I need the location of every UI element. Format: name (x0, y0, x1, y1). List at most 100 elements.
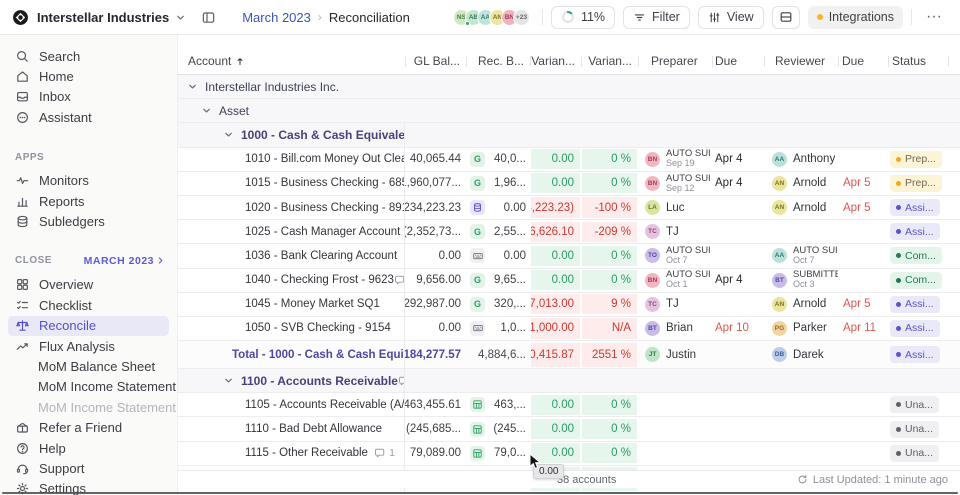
table-row[interactable]: 1010 - Bill.com Money Out Cleari...7 40,0… (178, 147, 960, 172)
avatar[interactable]: +23 (512, 8, 530, 26)
column-header-preparer-5[interactable]: Preparer (638, 48, 712, 74)
sidebar-item-help[interactable]: Help (0, 438, 177, 458)
search-icon (15, 49, 30, 64)
sidebar-item-inbox[interactable]: Inbox (0, 87, 177, 107)
status-badge[interactable]: Assi... (890, 223, 940, 241)
support-icon (15, 461, 30, 476)
sidebar-item-mom-income-statement[interactable]: MoM Income Statement (... (0, 397, 195, 417)
progress-chip[interactable]: 11% (550, 5, 616, 29)
account-name: 1110 - Bad Debt Allowance (245, 423, 383, 436)
filter-icon (633, 11, 646, 24)
table-row[interactable]: 1020 - Business Checking - 8914 234,223.2… (178, 195, 960, 221)
sidebar-item-mom-balance-sheet[interactable]: MoM Balance Sheet (0, 356, 177, 376)
table-row[interactable]: 1036 - Bank Clearing Account 0.00 0.00 0.00… (178, 244, 960, 269)
sidebar-item-label: Help (39, 440, 66, 456)
table-row[interactable]: 1100 - Accounts Receivable1 (178, 369, 960, 394)
variance-cell: 0.00 (530, 269, 581, 292)
chevron-down-icon[interactable] (201, 105, 212, 116)
reconcile-icon (15, 318, 30, 333)
table-row[interactable]: Interstellar Industries Inc. (178, 75, 960, 100)
comment-indicator[interactable]: 1 (374, 447, 404, 459)
integrations-button[interactable]: Integrations (807, 5, 904, 29)
last-updated: Last Updated: 1 minute ago (797, 474, 948, 486)
sidebar-item-label: Monitors (39, 173, 89, 189)
reviewer-cell: AN Arnold (764, 172, 838, 195)
sidebar-item-subledgers[interactable]: Subledgers (0, 211, 177, 231)
rec-balance-cell: 0.00 (466, 196, 530, 219)
home-icon (15, 69, 30, 84)
status-badge[interactable]: Una... (890, 396, 940, 414)
status-badge[interactable]: Prep... (890, 150, 942, 168)
rec-balance-value: 0.00 (503, 249, 526, 262)
status-badge[interactable]: Assi... (890, 346, 940, 364)
sidebar-item-refer-a-friend[interactable]: Refer a Friend (0, 417, 177, 437)
chevron-down-icon[interactable] (223, 375, 234, 386)
status-badge[interactable]: Assi... (890, 199, 940, 217)
table-row[interactable]: Total - 1000 - Cash & Cash Equivalents18… (178, 341, 960, 370)
status-badge[interactable]: Assi... (890, 295, 940, 313)
table-row[interactable]: 1115 - Other Receivable 1 79,089.00 79,0...… (178, 441, 960, 466)
sidebar-toggle-icon[interactable] (201, 10, 216, 25)
person-date: Oct 1 (666, 279, 688, 290)
gl-balance-cell: 0.00 (438, 322, 461, 335)
table-row[interactable]: 1105 - Accounts Receivable (A/R) 463,455.… (178, 393, 960, 418)
comment-indicator[interactable]: 2 (394, 274, 404, 286)
table-row[interactable]: 1050 - SVB Checking - 9154 0.00 1,0... 1,00… (178, 316, 960, 342)
sidebar-item-search[interactable]: Search (0, 46, 177, 66)
comment-indicator[interactable]: 1 (398, 375, 404, 387)
preparer-cell: TC TJ (638, 293, 712, 316)
person: Darek (793, 349, 824, 361)
sidebar-item-support[interactable]: Support (0, 458, 177, 478)
sidebar-item-reconcile[interactable]: Reconcile (8, 315, 169, 336)
sidebar-item-checklist[interactable]: Checklist (0, 295, 177, 315)
table-row[interactable]: 1015 - Business Checking - 6854 1,960,077… (178, 171, 960, 196)
sidebar-item-reports[interactable]: Reports (0, 191, 177, 211)
presence-dot (464, 20, 470, 26)
column-header-account-0[interactable]: Account (178, 48, 405, 74)
refresh-icon[interactable] (797, 474, 808, 485)
row-gutter (948, 317, 960, 340)
column-header-rec-b-2[interactable]: Rec. B... (466, 48, 530, 74)
sidebar-item-overview[interactable]: Overview (0, 275, 177, 295)
sidebar-item-assistant[interactable]: Assistant (0, 107, 177, 127)
variance-cell: 0.00 (530, 393, 581, 416)
column-header-status-9[interactable]: Status (888, 48, 948, 74)
more-menu-button[interactable]: ··· (920, 8, 948, 26)
status-badge[interactable]: Una... (890, 420, 940, 438)
status-badge[interactable]: Prep... (890, 174, 942, 192)
view-button[interactable]: View (697, 5, 764, 29)
sidebar-item-mom-income-statement[interactable]: MoM Income Statement (0, 377, 177, 397)
column-header-varian-3[interactable]: Varian... (530, 48, 581, 74)
row-density-button[interactable] (771, 5, 800, 29)
table-row[interactable]: 1040 - Checking Frost - 96232 9,656.00 G 9,… (178, 268, 960, 293)
chevron-down-icon[interactable] (223, 129, 234, 140)
reviewer-due-cell: Apr 11 (838, 317, 888, 340)
status-badge[interactable]: Com... (890, 271, 942, 289)
table-row[interactable]: Asset (178, 99, 960, 124)
sidebar-item-monitors[interactable]: Monitors (0, 171, 177, 191)
workspace-switcher[interactable]: Interstellar Industries (37, 10, 186, 25)
preparer-cell: BN AUTO SUI Oct 1 (638, 269, 712, 292)
status-badge[interactable]: Assi... (890, 319, 940, 337)
table-row[interactable]: 1045 - Money Market SQ1 292,987.00 G 320,..… (178, 292, 960, 317)
table-row[interactable]: 1025 - Cash Manager Account -...1(2,352,… (178, 220, 960, 245)
chevron-down-icon[interactable] (187, 81, 198, 92)
table-row[interactable]: 1110 - Bad Debt Allowance (245,685... (245… (178, 417, 960, 442)
column-header-varian-4[interactable]: Varian... (581, 48, 638, 74)
column-header-due-8[interactable]: Due (838, 48, 888, 74)
variance-value: 0.00 (531, 173, 580, 194)
status-badge[interactable]: Una... (890, 444, 940, 462)
rec-balance-value: 4,884,6... (478, 348, 526, 361)
sidebar-item-flux-analysis[interactable]: Flux Analysis (0, 336, 177, 356)
column-header-gl-bal-1[interactable]: GL Bal... (405, 48, 466, 74)
column-header-due-6[interactable]: Due (712, 48, 764, 74)
filter-button[interactable]: Filter (623, 5, 690, 29)
account-cell: 1020 - Business Checking - 8914 (178, 195, 405, 220)
status-badge[interactable]: Com... (890, 247, 942, 265)
table-row[interactable]: 1000 - Cash & Cash Equivalents (178, 123, 960, 148)
close-period-link[interactable]: MARCH 2023 (84, 255, 165, 267)
status-cell: Una... (888, 417, 948, 440)
sidebar-item-home[interactable]: Home (0, 66, 177, 86)
column-header-reviewer-7[interactable]: Reviewer (764, 48, 838, 74)
breadcrumb-period[interactable]: March 2023 (242, 10, 311, 25)
